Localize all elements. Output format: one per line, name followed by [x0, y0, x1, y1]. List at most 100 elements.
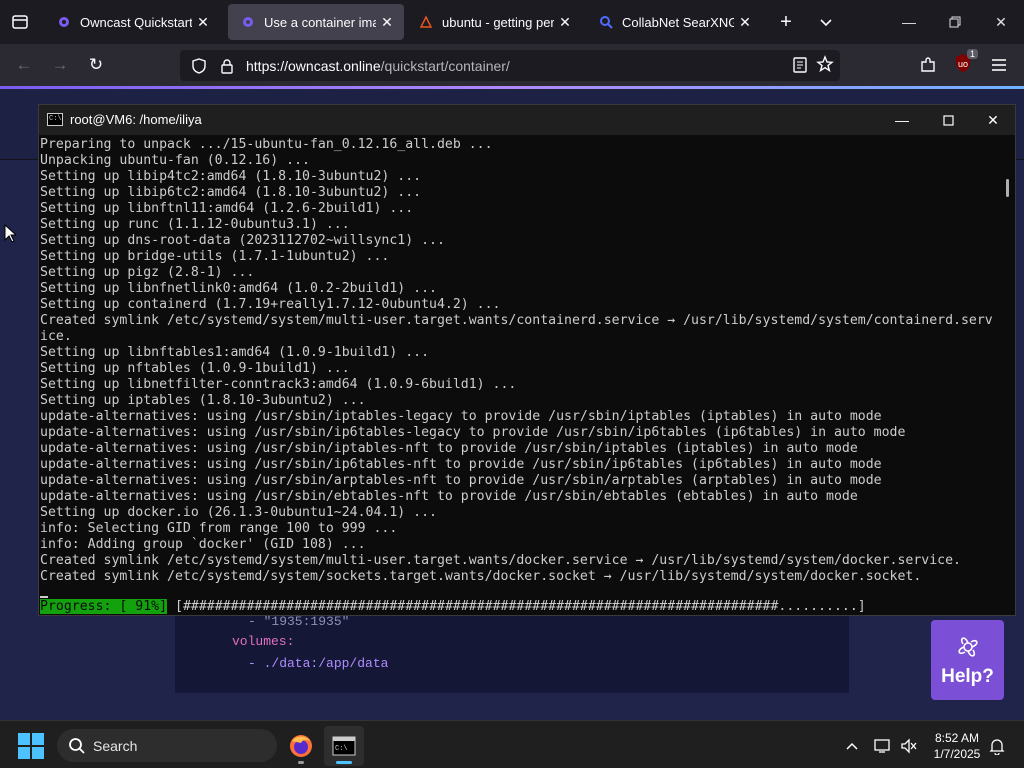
restore-icon [949, 16, 961, 28]
restore-button[interactable] [932, 0, 978, 44]
minimize-icon: — [895, 112, 909, 128]
terminal-line: Created symlink /etc/systemd/system/mult… [40, 313, 993, 328]
active-indicator [336, 761, 352, 764]
network-status-button[interactable] [872, 735, 894, 757]
hamburger-menu-icon [992, 59, 1006, 71]
terminal-line: Setting up runc (1.1.12-0ubuntu3.1) ... [40, 217, 350, 232]
list-all-tabs-button[interactable] [812, 8, 840, 36]
taskbar-search[interactable]: Search [57, 729, 277, 762]
terminal-line: Setting up docker.io (26.1.3-0ubuntu1~24… [40, 505, 437, 520]
close-tab-icon[interactable]: ✕ [554, 11, 576, 33]
application-menu-button[interactable] [984, 50, 1014, 80]
tab-owncast-quickstart[interactable]: Owncast Quickstart - O ✕ [44, 4, 220, 40]
terminal-line: info: Selecting GID from range 100 to 99… [40, 521, 398, 536]
terminal-line: update-alternatives: using /usr/sbin/ip6… [40, 425, 906, 440]
show-hidden-icons-button[interactable] [841, 735, 863, 757]
terminal-close-button[interactable]: ✕ [970, 105, 1016, 135]
close-tab-icon[interactable]: ✕ [376, 11, 398, 33]
svg-text:C:\: C:\ [335, 745, 348, 753]
close-tab-icon[interactable]: ✕ [734, 11, 756, 33]
lock-icon[interactable] [214, 58, 240, 74]
code-line: - "1935:1935" [248, 614, 350, 629]
help-label: Help? [941, 666, 994, 687]
tab-use-container-image[interactable]: Use a container image ✕ [228, 4, 404, 40]
volume-button[interactable] [898, 735, 920, 757]
reader-view-icon[interactable] [792, 56, 808, 79]
close-icon: ✕ [995, 13, 1007, 30]
back-button[interactable]: ← [9, 50, 39, 80]
firefox-icon [290, 735, 312, 757]
terminal-maximize-button[interactable] [925, 105, 971, 135]
url-path: /quickstart/container/ [380, 57, 510, 74]
mouse-pointer-icon [4, 224, 16, 243]
notifications-button[interactable] [986, 735, 1008, 757]
running-indicator [298, 761, 304, 764]
terminal-line: Setting up dns-root-data (2023112702~wil… [40, 233, 445, 248]
terminal-line: Setting up libnetfilter-conntrack3:amd64… [40, 377, 517, 392]
terminal-line: Setting up iptables (1.8.10-3ubuntu2) ..… [40, 393, 366, 408]
firefox-view-icon [12, 15, 28, 29]
forward-button[interactable]: → [45, 50, 75, 80]
help-button[interactable]: Help? [931, 620, 1004, 700]
system-clock[interactable]: 8:52 AM 1/7/2025 [926, 730, 988, 762]
terminal-line: Preparing to unpack .../15-ubuntu-fan_0.… [40, 137, 493, 152]
url-bar[interactable]: https://owncast.online/quickstart/contai… [180, 50, 840, 81]
terminal-line: update-alternatives: using /usr/sbin/ip6… [40, 457, 882, 472]
tab-title: Owncast Quickstart - O [80, 14, 192, 30]
terminal-title: root@VM6: /home/iliya [70, 112, 202, 127]
url-host: https://owncast.online [246, 57, 381, 74]
search-placeholder: Search [93, 737, 138, 754]
terminal-scrollbar-thumb[interactable] [1006, 179, 1009, 197]
close-window-button[interactable]: ✕ [978, 0, 1024, 44]
taskbar-terminal[interactable]: C:\ [324, 726, 364, 766]
close-tab-icon[interactable]: ✕ [192, 11, 214, 33]
arrow-left-icon: ← [15, 55, 33, 74]
code-line: - ./data:/app/data [248, 656, 389, 671]
help-bot-icon [957, 637, 978, 657]
reload-icon: ↻ [88, 55, 104, 74]
maximize-icon [942, 114, 954, 126]
code-line: volumes: [232, 634, 295, 649]
url-text[interactable]: https://owncast.online/quickstart/contai… [240, 58, 510, 74]
terminal-minimize-button[interactable]: — [879, 105, 925, 135]
reload-button[interactable]: ↻ [81, 50, 111, 80]
start-button[interactable] [18, 733, 44, 759]
terminal-output[interactable]: Preparing to unpack .../15-ubuntu-fan_0.… [39, 135, 999, 615]
terminal-line: Setting up nftables (1.0.9-1build1) ... [40, 361, 350, 376]
terminal-window[interactable]: C:\ root@VM6: /home/iliya — ✕ Preparing … [38, 104, 1016, 616]
terminal-line: update-alternatives: using /usr/sbin/ebt… [40, 489, 858, 504]
bookmark-star-icon[interactable] [816, 55, 834, 78]
taskbar-firefox[interactable] [281, 726, 321, 766]
terminal-app-icon: C:\ [47, 113, 63, 126]
terminal-line: info: Adding group `docker' (GID 108) ..… [40, 537, 366, 552]
windows-logo-icon [18, 733, 30, 745]
terminal-line: update-alternatives: using /usr/sbin/arp… [40, 473, 882, 488]
search-icon [67, 737, 87, 755]
speaker-muted-icon [901, 738, 917, 754]
owncast-icon [56, 14, 72, 30]
arrow-right-icon: → [51, 55, 69, 74]
extensions-button[interactable] [913, 50, 943, 80]
firefox-view-button[interactable] [0, 0, 40, 44]
terminal-line: Setting up libip6tc2:amd64 (1.8.10-3ubun… [40, 185, 422, 200]
terminal-line: Setting up bridge-utils (1.7.1-1ubuntu2)… [40, 249, 390, 264]
terminal-line: ice. [40, 329, 72, 344]
close-icon: ✕ [987, 111, 999, 128]
extension-badge: 1 [966, 48, 978, 59]
tab-title: Use a container image [264, 14, 376, 30]
terminal-line: Setting up pigz (2.8-1) ... [40, 265, 255, 280]
tracking-protection-shield-icon[interactable] [184, 57, 214, 74]
terminal-icon: C:\ [332, 736, 356, 756]
plus-icon: + [780, 10, 792, 33]
progress-bar: [#######################################… [175, 599, 866, 614]
terminal-line: update-alternatives: using /usr/sbin/ipt… [40, 409, 882, 424]
new-tab-button[interactable]: + [772, 8, 800, 36]
apt-progress-row: Progress: [ 91%] [######################… [40, 599, 866, 615]
windows-logo-icon [32, 747, 44, 759]
tab-collabnet-searxng[interactable]: CollabNet SearXNG ✕ [586, 4, 762, 40]
minimize-button[interactable]: — [886, 0, 932, 44]
tab-ubuntu-permissions[interactable]: ubuntu - getting perm ✕ [406, 4, 582, 40]
ublock-origin-button[interactable]: uo 1 [948, 48, 978, 80]
terminal-line: Setting up libnftnl11:amd64 (1.2.6-2buil… [40, 201, 414, 216]
terminal-title-bar[interactable]: C:\ root@VM6: /home/iliya — ✕ [39, 105, 1015, 135]
